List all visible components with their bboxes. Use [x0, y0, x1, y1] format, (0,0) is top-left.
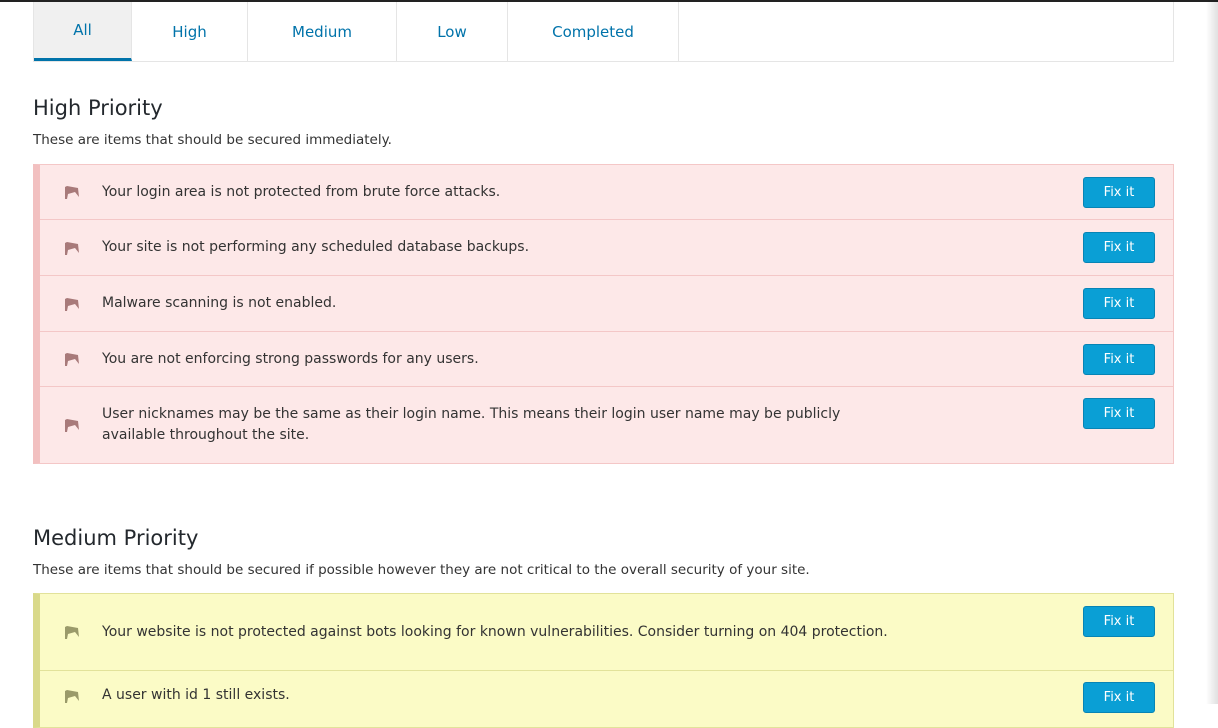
priority-tabs: All High Medium Low Completed — [33, 2, 1174, 62]
medium-priority-list: Your website is not protected against bo… — [33, 593, 1174, 728]
flag-icon — [65, 241, 79, 255]
list-item: A user with id 1 still exists. Fix it — [40, 671, 1173, 727]
list-item: User nicknames may be the same as their … — [40, 387, 1173, 463]
high-priority-title: High Priority — [33, 96, 163, 120]
flag-icon — [65, 186, 79, 199]
item-text: Your website is not protected against bo… — [102, 623, 888, 640]
tab-high[interactable]: High — [132, 2, 248, 61]
list-item: Your login area is not protected from br… — [40, 165, 1173, 220]
list-item: You are not enforcing strong passwords f… — [40, 332, 1173, 387]
fix-it-button[interactable]: Fix it — [1083, 343, 1155, 375]
fix-it-button[interactable]: Fix it — [1083, 232, 1155, 263]
fix-it-button[interactable]: Fix it — [1083, 398, 1155, 429]
flag-icon — [65, 626, 79, 639]
tab-medium[interactable]: Medium — [248, 2, 397, 61]
medium-priority-title: Medium Priority — [33, 526, 199, 550]
high-priority-list: Your login area is not protected from br… — [33, 164, 1174, 464]
flag-icon — [65, 419, 79, 432]
high-priority-description: These are items that should be secured i… — [33, 132, 392, 148]
fix-it-button[interactable]: Fix it — [1083, 176, 1155, 208]
item-text: Malware scanning is not enabled. — [102, 295, 337, 311]
tab-completed[interactable]: Completed — [508, 2, 679, 61]
item-text: Your site is not performing any schedule… — [102, 239, 530, 255]
tab-low[interactable]: Low — [397, 2, 508, 61]
list-item: Your website is not protected against bo… — [40, 594, 1173, 671]
medium-priority-description: These are items that should be secured i… — [33, 562, 810, 578]
flag-icon — [65, 297, 79, 311]
item-text: User nicknames may be the same as their … — [102, 406, 841, 443]
list-item: Malware scanning is not enabled. Fix it — [40, 276, 1173, 332]
item-text: A user with id 1 still exists. — [102, 687, 290, 703]
fix-it-button[interactable]: Fix it — [1083, 606, 1155, 637]
fix-it-button[interactable]: Fix it — [1083, 288, 1155, 319]
flag-icon — [65, 353, 79, 366]
tab-all[interactable]: All — [34, 2, 132, 61]
flag-icon — [65, 690, 79, 703]
window-edge-shadow — [1206, 0, 1218, 704]
item-text: Your login area is not protected from br… — [102, 183, 501, 200]
item-text: You are not enforcing strong passwords f… — [102, 350, 479, 367]
fix-it-button[interactable]: Fix it — [1083, 682, 1155, 713]
security-dashboard: All High Medium Low Completed High Prior… — [33, 2, 1174, 728]
list-item: Your site is not performing any schedule… — [40, 220, 1173, 276]
